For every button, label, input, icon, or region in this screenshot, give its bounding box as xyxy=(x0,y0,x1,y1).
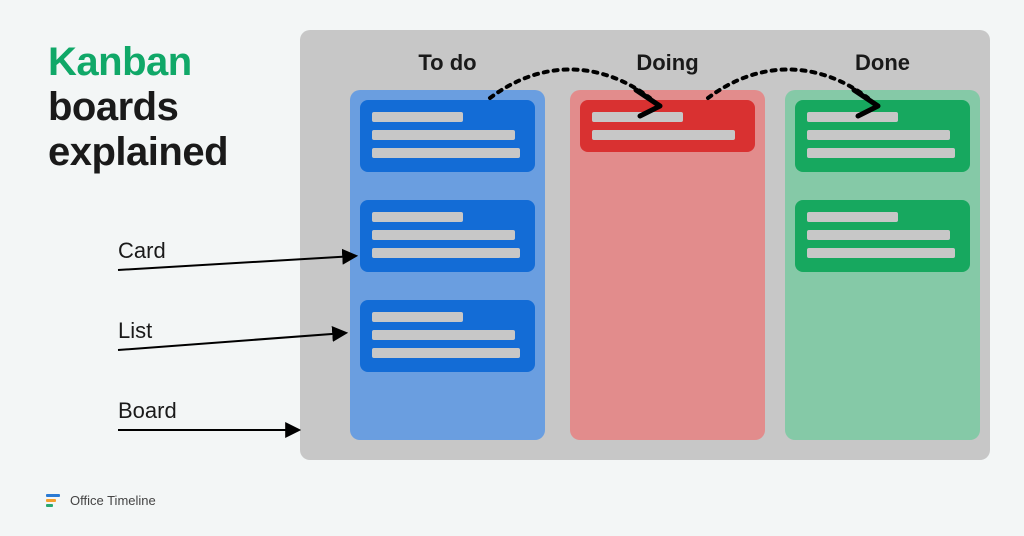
card xyxy=(795,100,970,172)
column-todo-header: To do xyxy=(350,50,545,76)
card-line xyxy=(807,130,950,140)
page-title: Kanban boards explained xyxy=(48,40,228,174)
title-accent: Kanban xyxy=(48,40,192,84)
column-doing-header: Doing xyxy=(570,50,765,76)
title-rest: boards explained xyxy=(48,85,228,174)
card xyxy=(580,100,755,152)
annotation-board: Board xyxy=(118,398,177,424)
brand: Office Timeline xyxy=(46,493,156,508)
card-line xyxy=(372,212,463,222)
column-done-header: Done xyxy=(785,50,980,76)
card-line xyxy=(372,330,515,340)
column-done: Done xyxy=(785,90,980,440)
kanban-board: To do Doing xyxy=(300,30,990,460)
card-line xyxy=(372,112,463,122)
card-line xyxy=(807,230,950,240)
card-line xyxy=(372,130,515,140)
annotation-list: List xyxy=(118,318,152,344)
card-line xyxy=(807,148,955,158)
card-line xyxy=(372,312,463,322)
card xyxy=(360,300,535,372)
annotation-card: Card xyxy=(118,238,166,264)
card-line xyxy=(372,148,520,158)
column-doing: Doing xyxy=(570,90,765,440)
card-line xyxy=(592,112,683,122)
card-line xyxy=(372,248,520,258)
card-line xyxy=(372,348,520,358)
card-line xyxy=(807,248,955,258)
brand-text: Office Timeline xyxy=(70,493,156,508)
card xyxy=(360,100,535,172)
card xyxy=(795,200,970,272)
card-line xyxy=(807,212,898,222)
card-line xyxy=(372,230,515,240)
column-todo: To do xyxy=(350,90,545,440)
brand-logo-icon xyxy=(46,494,62,508)
card-line xyxy=(807,112,898,122)
card xyxy=(360,200,535,272)
card-line xyxy=(592,130,735,140)
